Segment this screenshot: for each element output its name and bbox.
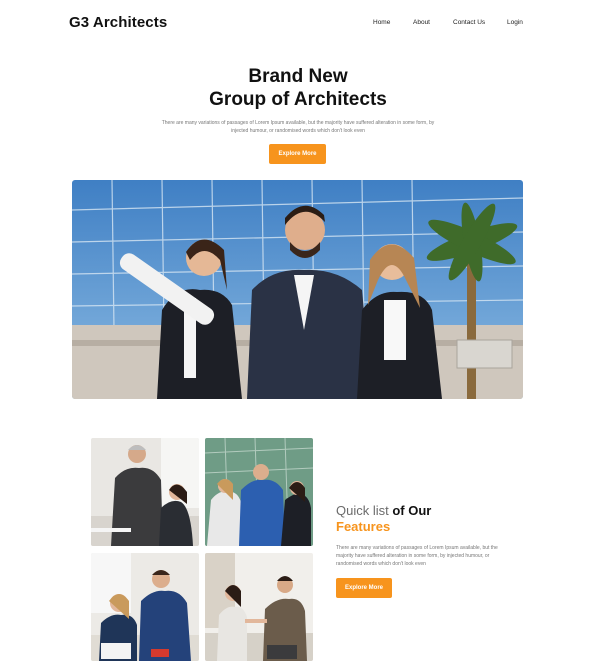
features-explore-button[interactable]: Explore More xyxy=(336,578,392,598)
top-nav: G3 Architects Home About Contact Us Logi… xyxy=(0,0,596,48)
features-title-accent: Features xyxy=(336,519,391,534)
features-description: There are many variations of passages of… xyxy=(336,545,498,567)
feature-photo-meeting xyxy=(91,438,199,546)
nav-contact-link[interactable]: Contact Us xyxy=(453,19,485,26)
feature-photo-team xyxy=(205,438,313,546)
hero-title-line1: Brand New xyxy=(248,66,348,87)
nav-home-link[interactable]: Home xyxy=(373,19,390,26)
features-title: Quick list of Our xyxy=(336,503,431,519)
brand-logo[interactable]: G3 Architects xyxy=(69,14,167,31)
hero-description: There are many variations of passages of… xyxy=(161,120,435,134)
features-title-dark: of Our xyxy=(392,503,432,518)
nav-about-link[interactable]: About xyxy=(413,19,430,26)
nav-login-link[interactable]: Login xyxy=(507,19,523,26)
hero-explore-button[interactable]: Explore More xyxy=(269,144,326,164)
hero-team-photo xyxy=(72,180,523,399)
features-title-light: Quick list xyxy=(336,503,389,518)
feature-photo-office xyxy=(91,553,199,661)
feature-photo-handshake xyxy=(205,553,313,661)
hero-title-line2: Group of Architects xyxy=(209,89,387,110)
